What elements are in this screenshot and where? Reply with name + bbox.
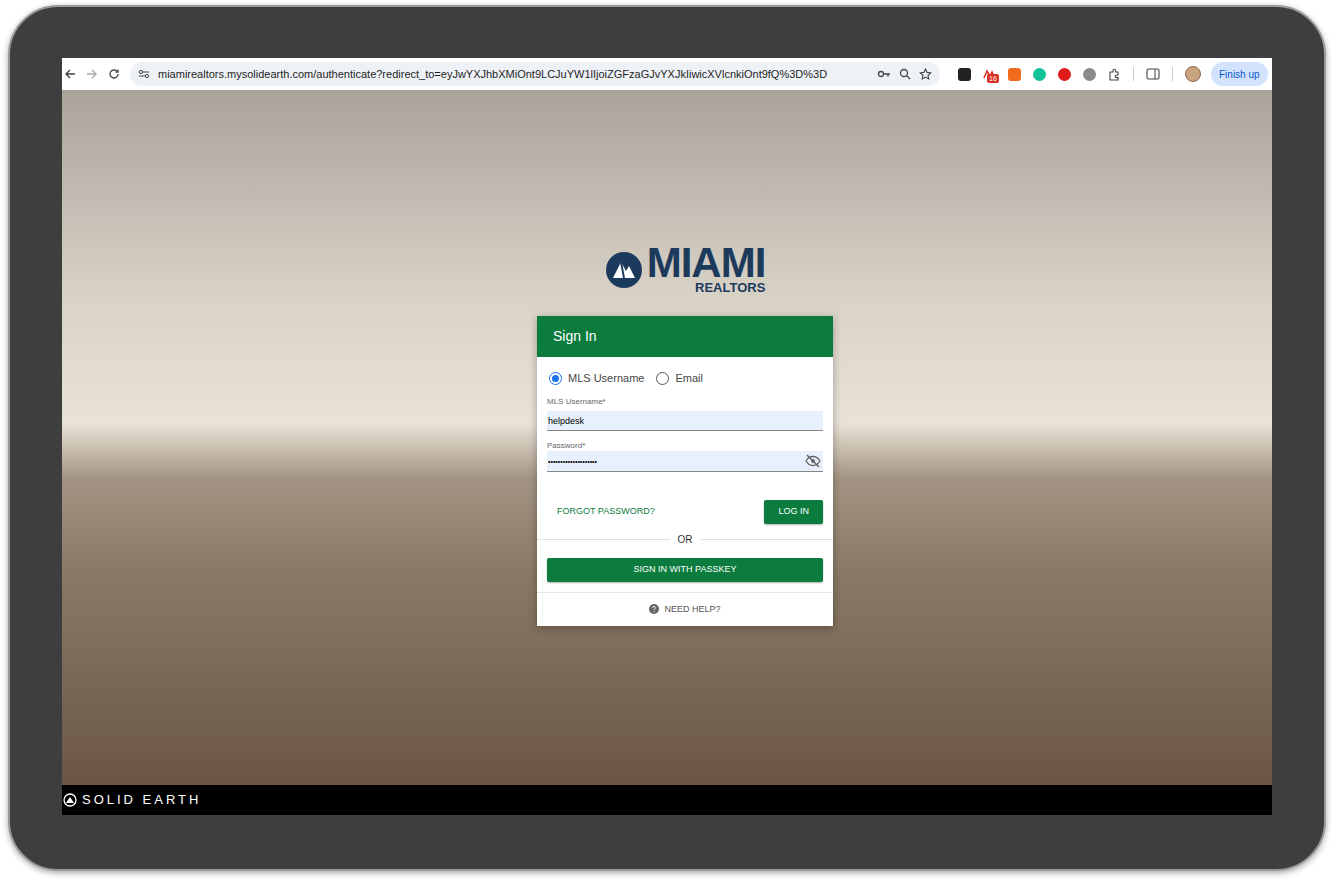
passkey-button[interactable]: SIGN IN WITH PASSKEY	[547, 558, 823, 582]
extension-icon[interactable]	[1083, 68, 1096, 81]
or-divider: OR	[537, 532, 833, 547]
key-icon[interactable]	[877, 68, 891, 80]
or-text: OR	[670, 532, 701, 547]
action-row: FORGOT PASSWORD? LOG IN	[547, 500, 823, 524]
side-panel-icon[interactable]	[1146, 68, 1160, 80]
extension-badge: 16	[987, 74, 999, 83]
finish-update-label[interactable]: Finish up	[1219, 67, 1260, 82]
help-circle-icon[interactable]	[649, 604, 659, 614]
password-field: Password*	[547, 441, 823, 472]
login-method-option[interactable]: MLS Username	[549, 370, 644, 387]
solid-earth-logo-icon	[63, 793, 77, 807]
puzzle-icon[interactable]	[1108, 68, 1121, 81]
extension-icon[interactable]	[1058, 68, 1071, 81]
log-in-button[interactable]: LOG IN	[764, 500, 823, 524]
logo-text: MIAMI REALTORS	[647, 245, 766, 295]
radio-label[interactable]: MLS Username	[568, 370, 644, 387]
radio-button[interactable]	[656, 372, 669, 385]
forgot-password-link[interactable]: FORGOT PASSWORD?	[547, 505, 655, 519]
card-body: MLS Username Email MLS Username*	[537, 357, 833, 524]
login-method-group: MLS Username Email	[547, 370, 823, 387]
zoom-icon[interactable]	[899, 68, 911, 80]
url-text[interactable]: miamirealtors.mysolidearth.com/authentic…	[158, 66, 869, 83]
help-row[interactable]: NEED HELP?	[537, 592, 833, 626]
radio-button[interactable]	[549, 372, 562, 385]
card-header: Sign In	[537, 316, 833, 357]
forward-arrow-icon[interactable]	[86, 68, 98, 80]
footer-brand: SOLID EARTH	[82, 790, 201, 810]
extensions: 16	[958, 66, 1201, 82]
screen: miamirealtors.mysolidearth.com/authentic…	[62, 58, 1272, 815]
extension-icon[interactable]	[1033, 68, 1046, 81]
background-photo: MIAMI REALTORS Sign In MLS Username	[62, 90, 1272, 785]
card-title: Sign In	[553, 326, 597, 347]
logo-sub: REALTORS	[695, 281, 765, 295]
field-label: MLS Username*	[547, 397, 823, 407]
realtors-logo-icon	[605, 251, 643, 289]
need-help-link[interactable]: NEED HELP?	[664, 603, 720, 617]
login-method-option[interactable]: Email	[656, 370, 703, 387]
back-arrow-icon[interactable]	[64, 68, 76, 80]
password-row	[547, 451, 823, 472]
radio-label[interactable]: Email	[675, 370, 703, 387]
sign-in-card: Sign In MLS Username Email	[537, 316, 833, 626]
extension-with-badge[interactable]: 16	[983, 68, 996, 81]
finish-update-button[interactable]: Finish up	[1211, 62, 1268, 86]
extension-icon[interactable]	[958, 68, 971, 81]
username-input[interactable]	[547, 411, 823, 431]
device-frame: miamirealtors.mysolidearth.com/authentic…	[8, 5, 1326, 871]
toolbar-divider	[1133, 67, 1134, 81]
field-label: Password*	[547, 441, 823, 451]
extension-icon[interactable]	[1008, 68, 1021, 81]
visibility-off-icon[interactable]	[805, 454, 821, 468]
miami-realtors-logo: MIAMI REALTORS	[605, 245, 766, 295]
password-input[interactable]	[547, 451, 805, 471]
logo-name: MIAMI	[647, 245, 766, 281]
username-field: MLS Username*	[547, 397, 823, 432]
bookmark-star-icon[interactable]	[919, 68, 932, 81]
reload-icon[interactable]	[108, 68, 120, 80]
toolbar-divider	[1172, 67, 1173, 81]
footer-bar: SOLID EARTH	[62, 785, 1272, 815]
address-bar[interactable]: miamirealtors.mysolidearth.com/authentic…	[130, 62, 940, 86]
profile-avatar-icon[interactable]	[1185, 66, 1201, 82]
browser-toolbar: miamirealtors.mysolidearth.com/authentic…	[62, 58, 1272, 90]
site-settings-icon[interactable]	[138, 68, 150, 80]
